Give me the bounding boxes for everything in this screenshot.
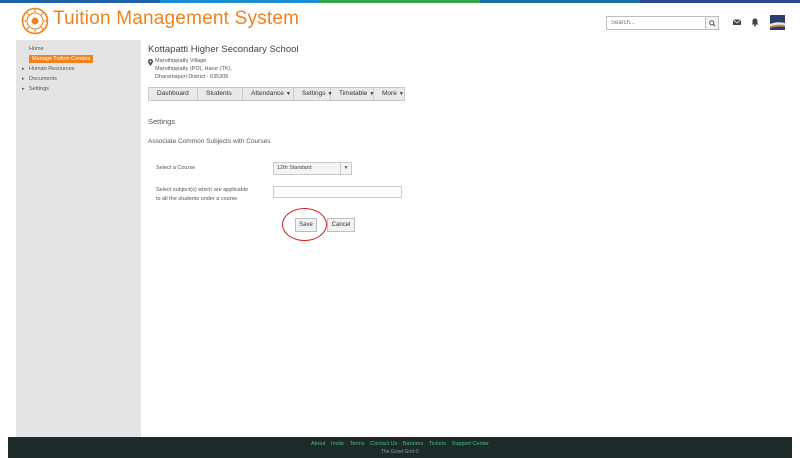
tab-label: Attendance <box>251 90 284 97</box>
search-button[interactable] <box>705 16 719 30</box>
address-line: Maruthippatty (PO), Harur (TK), <box>155 66 233 72</box>
tab-students[interactable]: Students <box>198 88 243 100</box>
bell-icon[interactable] <box>750 17 760 27</box>
footer-link-invite[interactable]: Invite <box>331 441 344 447</box>
address-line: Maruthippatty Village <box>155 58 207 64</box>
tab-settings[interactable]: Settings ▼ <box>294 88 332 100</box>
caret-right-icon: ▸ <box>22 66 25 72</box>
avatar-image-icon <box>770 15 785 30</box>
footer-copyright: The Good Grid © <box>380 449 420 455</box>
sidebar-item-human-resources[interactable]: ▸ Human Resources <box>16 64 141 74</box>
tab-label: Students <box>206 90 232 97</box>
sidebar-item-home[interactable]: Home <box>16 44 141 54</box>
course-select-value: 12th Standard <box>277 165 312 171</box>
tab-label: More <box>382 90 397 97</box>
app-title[interactable]: Tuition Management System <box>53 8 299 30</box>
sidebar: Home Manage Tuition Centers ▸ Human Reso… <box>16 40 141 437</box>
logo-icon[interactable] <box>21 7 49 35</box>
sidebar-item-documents[interactable]: ▸ Documents <box>16 74 141 84</box>
subjects-label-line: to all the students under a course <box>156 196 238 202</box>
course-label: Select a Course <box>156 165 196 171</box>
tab-timetable[interactable]: Timetable ▼ <box>331 88 374 100</box>
caret-right-icon: ▸ <box>22 86 25 92</box>
tab-label: Dashboard <box>157 90 189 97</box>
tab-label: Settings <box>302 90 326 97</box>
search-icon <box>708 19 716 27</box>
footer: About Invite Terms Contact Us Banners Ti… <box>8 437 792 458</box>
footer-link-about[interactable]: About <box>311 441 325 447</box>
sidebar-item-label: Manage Tuition Centers <box>29 55 94 63</box>
school-name: Kottapatti Higher Secondary School <box>148 44 299 55</box>
address-line: Dharamapuri District - 635305 <box>155 74 229 80</box>
sidebar-item-label: Settings <box>29 86 49 92</box>
subjects-input[interactable] <box>273 186 402 198</box>
footer-link-contact-us[interactable]: Contact Us <box>370 441 397 447</box>
nav-tabs: Dashboard Students Attendance ▼ Settings ▼… <box>148 87 405 101</box>
cancel-button[interactable]: Cancel <box>327 218 355 232</box>
caret-right-icon: ▸ <box>22 76 25 82</box>
map-marker-icon <box>148 59 153 66</box>
subjects-label-line: Select subject(s) which are applicable <box>156 187 249 193</box>
sidebar-item-label: Human Resources <box>29 66 75 72</box>
tab-attendance[interactable]: Attendance ▼ <box>243 88 294 100</box>
subjects-label: Select subject(s) which are applicable t… <box>156 186 276 204</box>
tab-more[interactable]: More ▼ <box>374 88 404 100</box>
section-subtitle: Associate Common Subjects with Courses <box>148 138 271 145</box>
footer-links: About Invite Terms Contact Us Banners Ti… <box>8 441 792 447</box>
footer-link-tickets[interactable]: Tickets <box>429 441 446 447</box>
caret-down-icon: ▼ <box>285 91 291 97</box>
sidebar-item-label: Home <box>29 46 44 52</box>
sidebar-item-manage-tuition-centers[interactable]: Manage Tuition Centers <box>16 54 141 64</box>
footer-link-banners[interactable]: Banners <box>403 441 424 447</box>
sidebar-item-label: Documents <box>29 76 57 82</box>
caret-down-icon: ▼ <box>398 91 404 97</box>
main-content: Kottapatti Higher Secondary School Marut… <box>141 40 800 437</box>
envelope-icon[interactable] <box>732 17 742 27</box>
tab-label: Timetable <box>339 90 368 97</box>
avatar[interactable] <box>770 15 785 30</box>
search-input[interactable] <box>606 16 706 30</box>
tab-dashboard[interactable]: Dashboard <box>149 88 198 100</box>
sidebar-item-settings[interactable]: ▸ Settings <box>16 84 141 94</box>
save-button[interactable]: Save <box>295 218 317 232</box>
footer-link-terms[interactable]: Terms <box>350 441 365 447</box>
course-select[interactable]: 12th Standard ▼ <box>273 162 352 175</box>
top-header: Tuition Management System <box>0 3 800 39</box>
caret-down-icon: ▼ <box>340 163 351 174</box>
page-title: Settings <box>148 117 176 126</box>
footer-link-support-center[interactable]: Support Center <box>452 441 489 447</box>
